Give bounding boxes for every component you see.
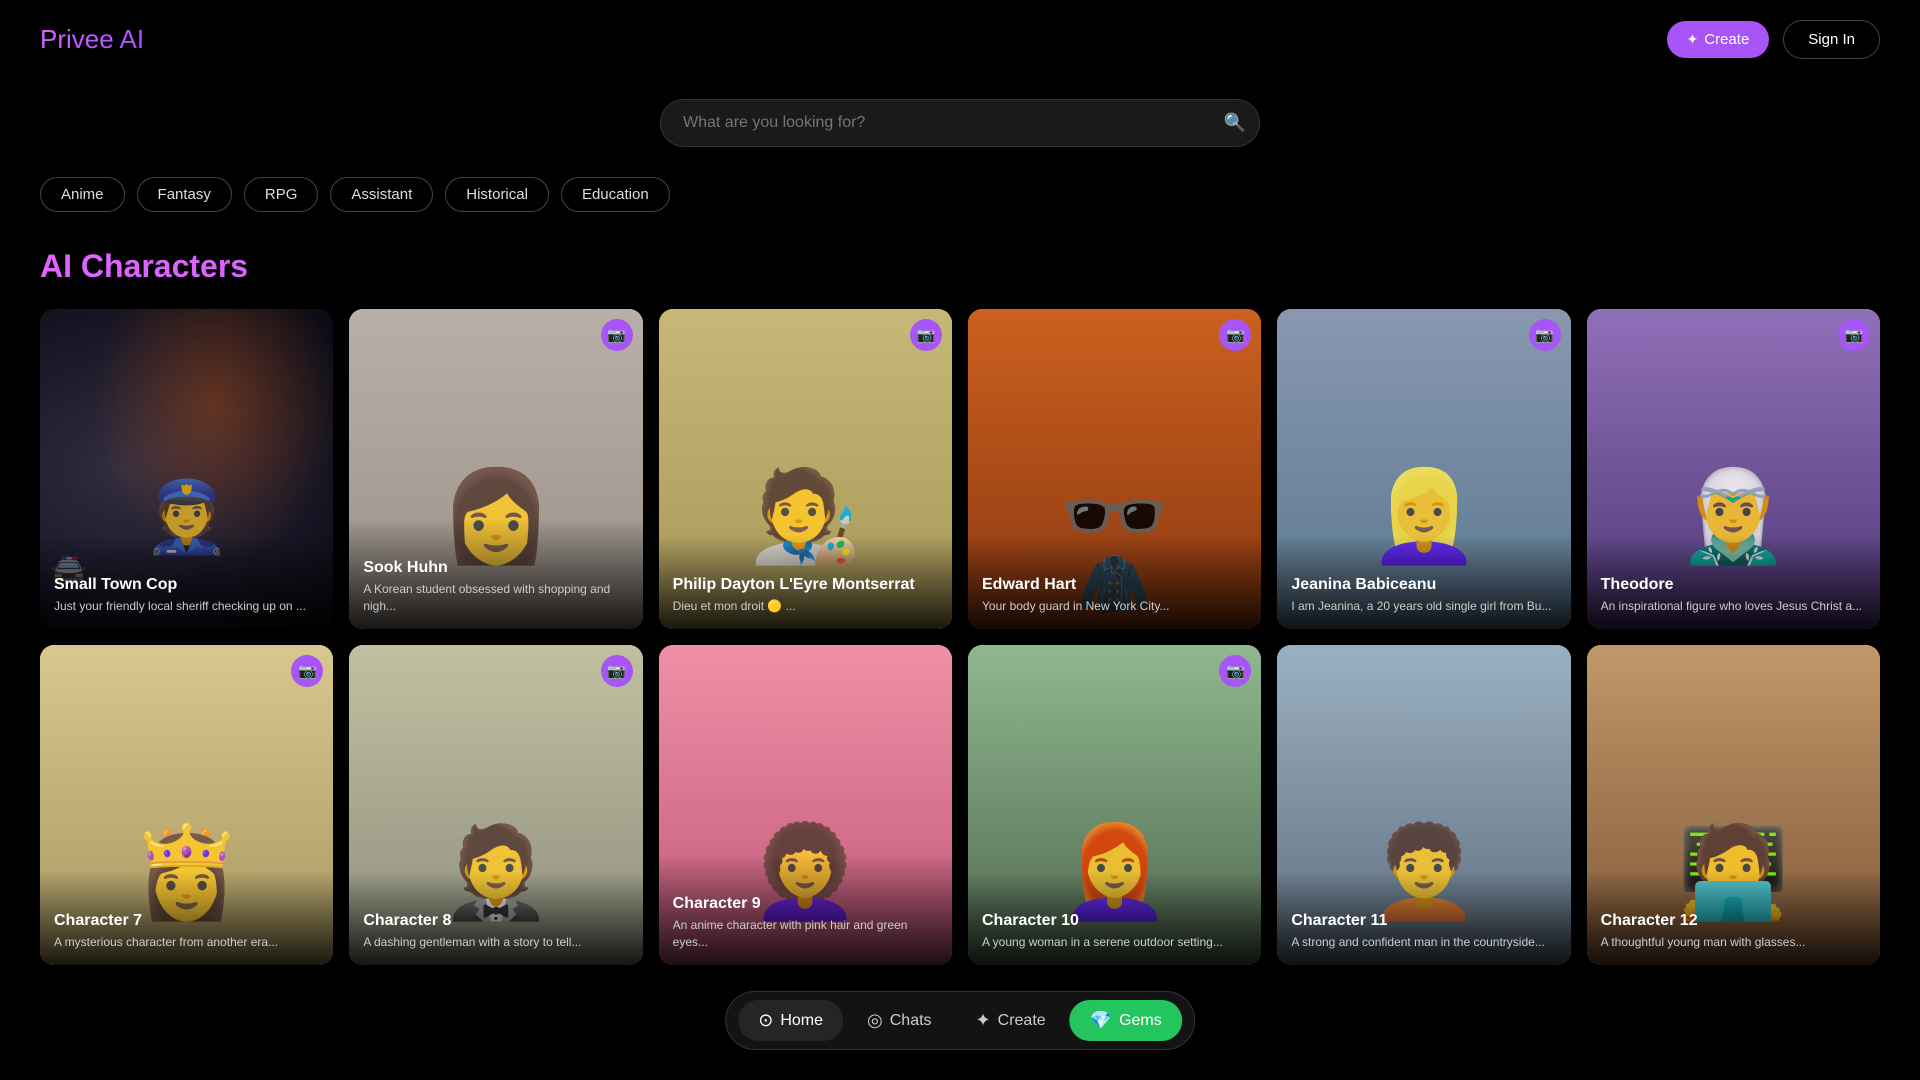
card-info: Small Town Cop Just your friendly local … — [40, 535, 333, 629]
card-name: Small Town Cop — [54, 575, 319, 594]
card-7[interactable]: 👸 📷 Character 7 A mysterious character f… — [40, 645, 333, 965]
card-name: Theodore — [1601, 575, 1866, 594]
card-10[interactable]: 👩‍🦰 📷 Character 10 A young woman in a se… — [968, 645, 1261, 965]
card-jeanina[interactable]: 👱‍♀️ 📷 Jeanina Babiceanu I am Jeanina, a… — [1277, 309, 1570, 629]
card-desc: Your body guard in New York City... — [982, 598, 1247, 615]
filter-education[interactable]: Education — [561, 177, 670, 212]
card-desc: Dieu et mon droit 🟡 ... — [673, 598, 938, 615]
home-icon: ⊙ — [758, 1010, 773, 1031]
nav-create[interactable]: ✦ Create — [956, 1000, 1066, 1041]
card-name: Sook Huhn — [363, 558, 628, 577]
card-info: Character 9 An anime character with pink… — [659, 854, 952, 965]
card-info: Philip Dayton L'Eyre Montserrat Dieu et … — [659, 535, 952, 629]
camera-icon: 📷 — [1838, 319, 1870, 351]
nav-gems[interactable]: 💎 Gems — [1070, 1000, 1182, 1041]
card-desc: Just your friendly local sheriff checkin… — [54, 598, 319, 615]
card-info: Character 10 A young woman in a serene o… — [968, 871, 1261, 965]
filter-historical[interactable]: Historical — [445, 177, 549, 212]
camera-icon: 📷 — [1529, 319, 1561, 351]
nav-chats[interactable]: ◎ Chats — [847, 1000, 952, 1041]
signin-button[interactable]: Sign In — [1783, 20, 1880, 59]
search-section: 🔍 — [0, 99, 1920, 147]
card-name: Character 7 — [54, 911, 319, 930]
nav-home-label: Home — [780, 1012, 823, 1030]
card-info: Character 12 A thoughtful young man with… — [1587, 871, 1880, 965]
nav-home[interactable]: ⊙ Home — [738, 1000, 843, 1041]
card-info: Jeanina Babiceanu I am Jeanina, a 20 yea… — [1277, 535, 1570, 629]
search-input[interactable] — [660, 99, 1260, 147]
filter-rpg[interactable]: RPG — [244, 177, 319, 212]
card-desc: A Korean student obsessed with shopping … — [363, 581, 628, 615]
card-name: Edward Hart — [982, 575, 1247, 594]
camera-icon: 📷 — [910, 319, 942, 351]
sparkle-icon: ✦ — [1687, 31, 1699, 48]
section-title: AI Characters — [0, 248, 1920, 285]
nav-gems-label: Gems — [1119, 1012, 1162, 1030]
card-info: Sook Huhn A Korean student obsessed with… — [349, 518, 642, 629]
header-create-button[interactable]: ✦ Create — [1667, 21, 1770, 58]
search-button[interactable]: 🔍 — [1224, 113, 1246, 134]
camera-icon: 📷 — [601, 655, 633, 687]
card-info: Edward Hart Your body guard in New York … — [968, 535, 1261, 629]
search-container: 🔍 — [660, 99, 1260, 147]
bottom-nav: ⊙ Home ◎ Chats ✦ Create 💎 Gems — [725, 991, 1195, 1050]
card-desc: A strong and confident man in the countr… — [1291, 934, 1556, 951]
card-info: Character 7 A mysterious character from … — [40, 871, 333, 965]
card-philip-dayton[interactable]: 🧑‍🎨 📷 Philip Dayton L'Eyre Montserrat Di… — [659, 309, 952, 629]
gems-icon: 💎 — [1090, 1010, 1112, 1031]
cards-grid-row2: 👸 📷 Character 7 A mysterious character f… — [0, 645, 1920, 965]
card-info: Character 8 A dashing gentleman with a s… — [349, 871, 642, 965]
card-info: Character 11 A strong and confident man … — [1277, 871, 1570, 965]
search-icon: 🔍 — [1224, 113, 1246, 133]
cards-grid-row1: 👮 🚔 Small Town Cop Just your friendly lo… — [0, 309, 1920, 629]
header: Privee AI ✦ Create Sign In — [0, 0, 1920, 79]
create-icon: ✦ — [976, 1010, 991, 1031]
card-desc: A young woman in a serene outdoor settin… — [982, 934, 1247, 951]
app-logo: Privee AI — [40, 24, 144, 55]
filter-assistant[interactable]: Assistant — [330, 177, 433, 212]
card-11[interactable]: 🧑‍🦱 Character 11 A strong and confident … — [1277, 645, 1570, 965]
card-desc: A dashing gentleman with a story to tell… — [363, 934, 628, 951]
card-sook-huhn[interactable]: 👩 📷 Sook Huhn A Korean student obsessed … — [349, 309, 642, 629]
filter-tags: Anime Fantasy RPG Assistant Historical E… — [0, 177, 1920, 212]
chats-icon: ◎ — [867, 1010, 883, 1031]
card-name: Character 9 — [673, 894, 938, 913]
filter-fantasy[interactable]: Fantasy — [137, 177, 232, 212]
nav-create-label: Create — [998, 1012, 1046, 1030]
card-desc: An inspirational figure who loves Jesus … — [1601, 598, 1866, 615]
card-12[interactable]: 🧑‍💻 Character 12 A thoughtful young man … — [1587, 645, 1880, 965]
card-desc: I am Jeanina, a 20 years old single girl… — [1291, 598, 1556, 615]
card-desc: An anime character with pink hair and gr… — [673, 917, 938, 951]
card-theodore[interactable]: 🧝‍♂️ 📷 Theodore An inspirational figure … — [1587, 309, 1880, 629]
card-small-town-cop[interactable]: 👮 🚔 Small Town Cop Just your friendly lo… — [40, 309, 333, 629]
card-info: Theodore An inspirational figure who lov… — [1587, 535, 1880, 629]
card-name: Character 11 — [1291, 911, 1556, 930]
card-8[interactable]: 🤵 📷 Character 8 A dashing gentleman with… — [349, 645, 642, 965]
card-name: Jeanina Babiceanu — [1291, 575, 1556, 594]
card-name: Character 8 — [363, 911, 628, 930]
card-desc: A mysterious character from another era.… — [54, 934, 319, 951]
nav-chats-label: Chats — [890, 1012, 932, 1030]
card-9[interactable]: 👩‍🦱 Character 9 An anime character with … — [659, 645, 952, 965]
card-name: Character 10 — [982, 911, 1247, 930]
card-edward-hart[interactable]: 🕶️ 🧥 📷 Edward Hart Your body guard in Ne… — [968, 309, 1261, 629]
camera-icon: 📷 — [601, 319, 633, 351]
card-desc: A thoughtful young man with glasses... — [1601, 934, 1866, 951]
card-name: Philip Dayton L'Eyre Montserrat — [673, 575, 938, 594]
filter-anime[interactable]: Anime — [40, 177, 125, 212]
card-name: Character 12 — [1601, 911, 1866, 930]
header-actions: ✦ Create Sign In — [1667, 20, 1880, 59]
